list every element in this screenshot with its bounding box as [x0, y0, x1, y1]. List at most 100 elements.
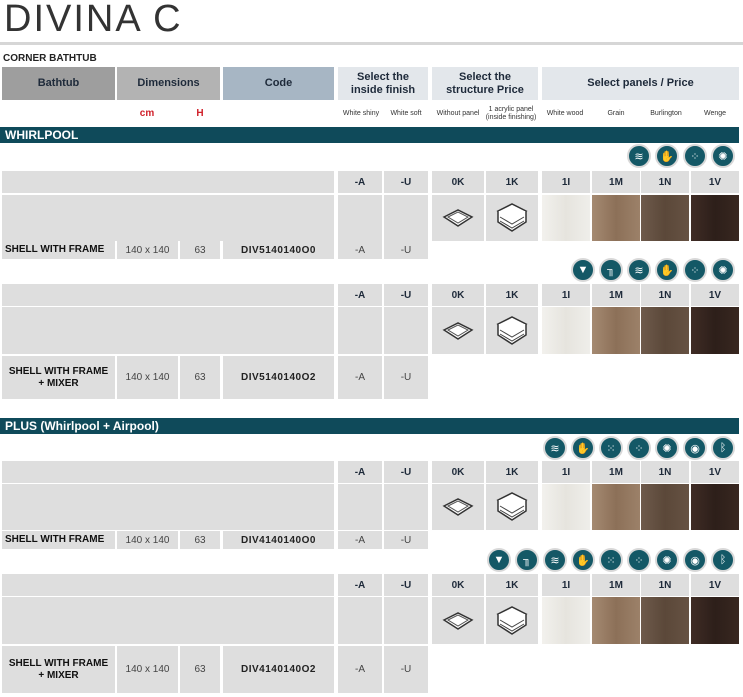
- col-panel-1n: 1N: [641, 284, 689, 306]
- product-code: DIV5140140O0: [223, 241, 334, 259]
- col-panel-1i: 1I: [542, 461, 590, 483]
- col-panel-1i: 1I: [542, 171, 590, 193]
- label-acrylic-panel: 1 acrylic panel (inside finishing): [485, 106, 537, 121]
- structure-without-panel-image: [432, 307, 484, 354]
- massage-icon: ✋: [571, 548, 595, 572]
- title-divider: [0, 42, 743, 45]
- hydro-icon: ≋: [543, 436, 567, 460]
- massage-icon: ✋: [655, 258, 679, 282]
- panel-swatch-1n: [641, 484, 689, 530]
- faucet-icon: ╖: [515, 548, 539, 572]
- unit-cm: cm: [139, 107, 155, 119]
- col-finish-u: -U: [384, 574, 428, 596]
- water-drop-icon: ▼: [571, 258, 595, 282]
- section-header: WHIRLPOOL: [0, 127, 739, 143]
- label-without-panel: Without panel: [436, 110, 480, 117]
- finish-a-value: -A: [338, 646, 382, 693]
- massage-icon: ✋: [571, 436, 595, 460]
- col-structure-0k: 0K: [432, 171, 484, 193]
- header-inside-finish: Select the inside finish: [338, 67, 428, 100]
- col-structure-1k: 1K: [486, 574, 538, 596]
- subtitle: CORNER BATHTUB: [3, 53, 97, 64]
- finish-a-cell: [338, 597, 382, 644]
- finish-a-value: -A: [338, 241, 382, 259]
- finish-u-value: -U: [384, 241, 428, 259]
- product-code: DIV4140140O2: [223, 646, 334, 693]
- col-finish-a: -A: [338, 284, 382, 306]
- bubbles-icon: ⁘: [627, 548, 651, 572]
- col-panel-1v: 1V: [691, 284, 739, 306]
- panel-swatch-1n: [641, 195, 689, 241]
- col-panel-1i: 1I: [542, 284, 590, 306]
- product-label: SHELL WITH FRAME: [2, 241, 115, 259]
- panel-swatch-1v: [691, 195, 739, 241]
- product-label: SHELL WITH FRAME + MIXER: [2, 646, 115, 693]
- col-finish-a: -A: [338, 171, 382, 193]
- row-band: [2, 171, 334, 193]
- col-structure-0k: 0K: [432, 574, 484, 596]
- hydro-icon: ≋: [543, 548, 567, 572]
- page-title: DIVINA C: [4, 0, 183, 40]
- panel-swatch-1n: [641, 597, 689, 644]
- faucet-icon: ╖: [599, 258, 623, 282]
- height-value: 63: [180, 646, 220, 693]
- bluetooth-icon: ᛒ: [711, 548, 735, 572]
- finish-a-value: -A: [338, 531, 382, 549]
- row-band: [2, 597, 334, 644]
- row-band: [2, 307, 334, 354]
- structure-acrylic-panel-image: [486, 307, 538, 354]
- col-panel-1n: 1N: [641, 461, 689, 483]
- water-drop-icon: ▼: [487, 548, 511, 572]
- structure-acrylic-panel-image: [486, 484, 538, 530]
- hydro-icon: ≋: [627, 258, 651, 282]
- row-band: [2, 195, 334, 241]
- jets-icon: ✺: [711, 144, 735, 168]
- finish-a-cell: [338, 195, 382, 241]
- label-white-soft: White soft: [390, 110, 422, 117]
- finish-u-value: -U: [384, 646, 428, 693]
- finish-u-cell: [384, 195, 428, 241]
- panel-swatch-1n: [641, 307, 689, 354]
- unit-h: H: [196, 107, 204, 119]
- product-code: DIV5140140O2: [223, 356, 334, 399]
- panel-swatch-1i: [542, 195, 590, 241]
- col-panel-1n: 1N: [641, 171, 689, 193]
- label-burlington: Burlington: [650, 110, 682, 117]
- finish-a-cell: [338, 484, 382, 530]
- col-panel-1n: 1N: [641, 574, 689, 596]
- structure-acrylic-panel-image: [486, 195, 538, 241]
- structure-without-panel-image: [432, 597, 484, 644]
- label-wenge: Wenge: [703, 110, 727, 117]
- massage-icon: ✋: [655, 144, 679, 168]
- col-panel-1m: 1M: [592, 171, 640, 193]
- label-grain: Grain: [607, 110, 625, 117]
- jets-icon: ✺: [655, 436, 679, 460]
- finish-a-value: -A: [338, 356, 382, 399]
- structure-without-panel-image: [432, 484, 484, 530]
- dimension-value: 140 x 140: [117, 531, 178, 549]
- panel-swatch-1m: [592, 597, 640, 644]
- structure-without-panel-image: [432, 195, 484, 241]
- col-panel-1v: 1V: [691, 574, 739, 596]
- col-structure-0k: 0K: [432, 284, 484, 306]
- bubbles-icon: ⁘: [683, 144, 707, 168]
- section-header: PLUS (Whirlpool + Airpool): [0, 418, 739, 434]
- col-panel-1m: 1M: [592, 461, 640, 483]
- finish-a-cell: [338, 307, 382, 354]
- product-label: SHELL WITH FRAME: [2, 531, 115, 549]
- product-code: DIV4140140O0: [223, 531, 334, 549]
- header-structure-price: Select the structure Price: [432, 67, 538, 100]
- label-white-wood: White wood: [546, 110, 584, 117]
- panel-swatch-1m: [592, 484, 640, 530]
- panel-swatch-1v: [691, 307, 739, 354]
- panel-swatch-1m: [592, 195, 640, 241]
- panel-swatch-1v: [691, 484, 739, 530]
- dimension-value: 140 x 140: [117, 356, 178, 399]
- row-band: [2, 461, 334, 483]
- height-value: 63: [180, 356, 220, 399]
- col-finish-a: -A: [338, 461, 382, 483]
- bubbles-icon: ⁘: [627, 436, 651, 460]
- col-structure-1k: 1K: [486, 171, 538, 193]
- col-panel-1v: 1V: [691, 171, 739, 193]
- col-structure-0k: 0K: [432, 461, 484, 483]
